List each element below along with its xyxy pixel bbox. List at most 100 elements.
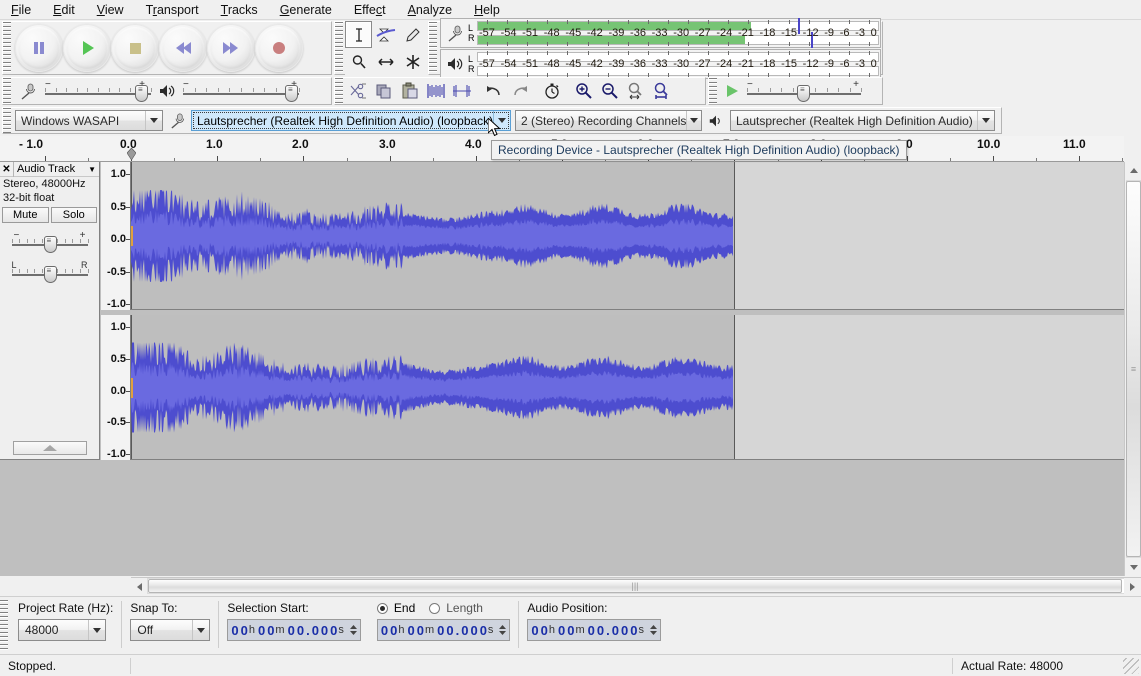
time-spinner[interactable] <box>498 623 507 637</box>
menu-item-file[interactable]: File <box>0 1 42 19</box>
snap-to-select[interactable]: Off <box>130 619 211 641</box>
scroll-left-button[interactable] <box>131 578 148 595</box>
scroll-right-button[interactable] <box>1124 578 1141 595</box>
fit-selection-button[interactable] <box>623 78 649 104</box>
play-at-speed-button[interactable] <box>719 78 745 104</box>
zoom-out-button[interactable] <box>597 78 623 104</box>
playback-volume-slider[interactable]: − + <box>181 78 301 104</box>
time-digit[interactable]: 0 <box>596 623 605 638</box>
waveform-right-channel[interactable] <box>131 315 1124 460</box>
copy-button[interactable] <box>371 78 397 104</box>
time-digit[interactable]: 0 <box>240 623 249 638</box>
time-digit[interactable]: 0 <box>287 623 296 638</box>
audio-host-select[interactable]: Windows WASAPI <box>15 110 163 131</box>
silence-audio-button[interactable] <box>449 78 475 104</box>
menu-item-generate[interactable]: Generate <box>269 1 343 19</box>
timeshift-tool[interactable] <box>372 48 399 75</box>
time-digit[interactable]: 0 <box>479 623 488 638</box>
resize-grip[interactable] <box>1123 657 1139 674</box>
end-radio[interactable] <box>376 602 388 614</box>
scroll-up-button[interactable] <box>1125 162 1141 179</box>
selection-end-field[interactable]: 00h00m00.000s <box>376 619 511 641</box>
vertical-scrollbar[interactable]: ≡ <box>1124 162 1141 576</box>
zoom-in-button[interactable] <box>571 78 597 104</box>
multi-tool[interactable] <box>399 48 426 75</box>
fit-project-button[interactable] <box>649 78 675 104</box>
recording-channels-select[interactable]: 2 (Stereo) Recording Channels <box>515 110 702 131</box>
time-digit[interactable]: 0 <box>311 623 320 638</box>
time-digit[interactable]: 0 <box>566 623 575 638</box>
playhead-marker[interactable] <box>126 147 137 161</box>
horizontal-scrollbar[interactable]: ||| <box>131 577 1141 595</box>
time-digit[interactable]: 0 <box>469 623 478 638</box>
menu-item-edit[interactable]: Edit <box>42 1 86 19</box>
time-digit[interactable]: 0 <box>329 623 338 638</box>
solo-button[interactable]: Solo <box>50 207 97 223</box>
play-button[interactable] <box>63 24 111 72</box>
toolbar-grip[interactable] <box>335 22 343 74</box>
audio-position-field[interactable]: 00h00m00.000s <box>527 619 661 641</box>
time-spinner[interactable] <box>649 623 658 637</box>
empty-track-background[interactable] <box>0 461 1124 576</box>
time-digit[interactable]: 0 <box>540 623 549 638</box>
track-title-menu[interactable]: Audio Track ▼ <box>14 163 99 175</box>
recording-device-select[interactable]: Lautsprecher (Realtek High Definition Au… <box>191 110 511 131</box>
time-digit[interactable]: 0 <box>257 623 266 638</box>
sync-lock-button[interactable] <box>539 78 565 104</box>
skip-to-end-button[interactable] <box>207 24 255 72</box>
menu-item-effect[interactable]: Effect <box>343 1 397 19</box>
time-digit[interactable]: 0 <box>266 623 275 638</box>
skip-to-start-button[interactable] <box>159 24 207 72</box>
toolbar-grip[interactable] <box>3 22 11 74</box>
cut-button[interactable] <box>345 78 371 104</box>
stop-button[interactable] <box>111 24 159 72</box>
vertical-scroll-thumb[interactable]: ≡ <box>1126 181 1141 557</box>
playback-meter[interactable]: LR -57 -54 -51 -48 -45 -42 -39 -36 -33 -30 -27 -24-… <box>440 48 881 79</box>
time-digit[interactable]: 0 <box>406 623 415 638</box>
pause-button[interactable] <box>15 24 63 72</box>
time-digit[interactable]: 0 <box>320 623 329 638</box>
redo-button[interactable] <box>507 78 533 104</box>
menu-item-transport[interactable]: Transport <box>135 1 210 19</box>
envelope-tool[interactable] <box>372 21 399 48</box>
toolbar-grip[interactable] <box>335 78 343 104</box>
time-digit[interactable]: 0 <box>436 623 445 638</box>
time-digit[interactable]: 0 <box>460 623 469 638</box>
time-digit[interactable]: 0 <box>296 623 305 638</box>
time-digit[interactable]: 0 <box>557 623 566 638</box>
project-rate-select[interactable]: 48000 <box>18 619 106 641</box>
menu-item-view[interactable]: View <box>86 1 135 19</box>
toolbar-grip[interactable] <box>429 22 437 74</box>
collapse-track-button[interactable] <box>13 441 87 455</box>
track-gain-slider[interactable]: − + <box>10 229 90 255</box>
recording-volume-slider[interactable]: − + <box>43 78 153 104</box>
draw-tool[interactable] <box>399 21 426 48</box>
waveform-left-channel[interactable] <box>131 162 1124 310</box>
time-digit[interactable]: 0 <box>620 623 629 638</box>
scroll-down-button[interactable] <box>1125 559 1141 576</box>
time-digit[interactable]: 0 <box>230 623 239 638</box>
recording-meter[interactable]: LR -57 -54 -51 -48 -45 -42 -39 -36 -33 -30 -27 -24-… <box>440 17 881 48</box>
undo-button[interactable] <box>481 78 507 104</box>
time-digit[interactable]: 0 <box>416 623 425 638</box>
close-track-button[interactable]: ✕ <box>0 161 14 177</box>
time-digit[interactable]: 0 <box>380 623 389 638</box>
time-spinner[interactable] <box>349 623 358 637</box>
trim-audio-button[interactable] <box>423 78 449 104</box>
toolbar-grip[interactable] <box>0 600 8 650</box>
selection-start-field[interactable]: 00h00m00.000s <box>227 619 361 641</box>
time-digit[interactable]: 0 <box>389 623 398 638</box>
playback-device-select[interactable]: Lautsprecher (Realtek High Definition Au… <box>730 110 995 131</box>
mute-button[interactable]: Mute <box>2 207 49 223</box>
zoom-tool[interactable] <box>345 48 372 75</box>
time-digit[interactable]: 0 <box>629 623 638 638</box>
paste-button[interactable] <box>397 78 423 104</box>
time-digit[interactable]: 0 <box>530 623 539 638</box>
time-digit[interactable]: 0 <box>587 623 596 638</box>
track-pan-slider[interactable]: L R <box>10 259 90 285</box>
time-digit[interactable]: 0 <box>611 623 620 638</box>
time-digit[interactable]: 0 <box>445 623 454 638</box>
toolbar-grip[interactable] <box>3 108 11 133</box>
record-button[interactable] <box>255 24 303 72</box>
selection-tool[interactable] <box>345 21 372 48</box>
